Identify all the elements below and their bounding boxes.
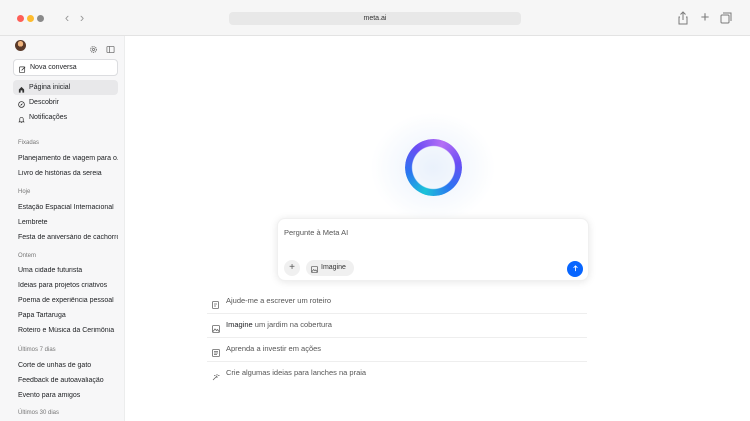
chevron-left-icon[interactable]: ‹ bbox=[60, 10, 74, 26]
suggestion-imagine-garden[interactable]: Imagine um jardim na cobertura bbox=[207, 315, 587, 335]
compass-icon bbox=[18, 99, 25, 108]
image-icon bbox=[212, 321, 220, 333]
gear-icon[interactable] bbox=[89, 41, 98, 53]
suggestion-text: Aprenda a investir em ações bbox=[226, 344, 322, 353]
book-icon bbox=[212, 345, 220, 357]
suggestion-bold: Imagine bbox=[226, 320, 253, 329]
section-title-pinned: Fixadas bbox=[18, 140, 40, 146]
sidebar-item-notifications[interactable]: Notificações bbox=[13, 110, 118, 125]
sidebar-item-discover[interactable]: Descobrir bbox=[13, 95, 118, 110]
chevron-right-icon[interactable]: › bbox=[75, 10, 89, 26]
suggestion-text: um jardim na cobertura bbox=[252, 320, 332, 329]
list-item[interactable]: Papa Tartaruga bbox=[18, 312, 118, 319]
imagine-label: Imagine bbox=[321, 264, 346, 271]
list-item[interactable]: Evento para amigos bbox=[18, 392, 118, 399]
sidebar-item-label: Página inicial bbox=[29, 84, 71, 91]
share-icon[interactable] bbox=[676, 11, 690, 25]
section-title-last-30-days: Últimos 30 dias bbox=[18, 410, 60, 416]
meta-ai-ring-logo bbox=[405, 139, 462, 196]
edit-icon bbox=[19, 64, 26, 73]
list-item[interactable]: Feedback de autoavaliação bbox=[18, 377, 118, 384]
new-chat-label: Nova conversa bbox=[30, 64, 77, 71]
send-button[interactable] bbox=[567, 261, 583, 277]
minimize-window-button[interactable] bbox=[27, 15, 34, 22]
close-window-button[interactable] bbox=[17, 15, 24, 22]
suggestion-write-script[interactable]: Ajude-me a escrever um roteiro bbox=[207, 291, 587, 311]
divider bbox=[207, 313, 587, 314]
zoom-window-button[interactable] bbox=[37, 15, 44, 22]
section-title-today: Hoje bbox=[18, 189, 31, 195]
suggestion-text: Ajude-me a escrever um roteiro bbox=[226, 296, 332, 305]
divider bbox=[207, 337, 587, 338]
suggestion-invest[interactable]: Aprenda a investir em ações bbox=[207, 339, 587, 359]
divider bbox=[207, 361, 587, 362]
list-item[interactable]: Estação Espacial Internacional bbox=[18, 204, 118, 211]
arrow-up-icon bbox=[572, 265, 578, 272]
section-title-yesterday: Ontem bbox=[18, 253, 37, 259]
address-bar[interactable]: meta.ai bbox=[229, 12, 521, 25]
avatar[interactable] bbox=[15, 40, 26, 51]
sidebar-item-home[interactable]: Página inicial bbox=[13, 80, 118, 95]
prompt-box: + Imagine bbox=[277, 218, 589, 281]
plus-icon[interactable]: + bbox=[284, 260, 300, 276]
image-icon bbox=[311, 264, 318, 273]
sparkle-icon bbox=[212, 369, 220, 381]
list-item[interactable]: Planejamento de viagem para o... bbox=[18, 155, 118, 162]
list-item[interactable]: Corte de unhas de gato bbox=[18, 362, 118, 369]
bell-icon bbox=[18, 114, 25, 123]
browser-titlebar: ‹ › meta.ai + bbox=[0, 0, 750, 36]
new-chat-button[interactable]: Nova conversa bbox=[13, 59, 118, 76]
sidebar-toggle-icon[interactable] bbox=[106, 41, 115, 54]
suggestion-beach-snacks[interactable]: Crie algumas ideias para lanches na prai… bbox=[207, 363, 587, 383]
sidebar-item-label: Descobrir bbox=[29, 99, 59, 106]
imagine-button[interactable]: Imagine bbox=[306, 260, 354, 276]
sidebar-item-label: Notificações bbox=[29, 114, 68, 121]
list-item[interactable]: Uma cidade futurista bbox=[18, 267, 118, 274]
prompt-input[interactable] bbox=[284, 225, 574, 239]
list-item[interactable]: Poema de experiência pessoal bbox=[18, 297, 118, 304]
plus-icon[interactable]: + bbox=[698, 10, 712, 25]
tabs-icon[interactable] bbox=[719, 11, 733, 25]
list-item[interactable]: Roteiro e Música da Cerimônia bbox=[18, 327, 118, 334]
list-item[interactable]: Lembrete bbox=[18, 219, 118, 226]
list-item[interactable]: Festa de aniversário de cachorro bbox=[18, 234, 118, 241]
list-item[interactable]: Livro de histórias da sereia bbox=[18, 170, 118, 177]
list-item[interactable]: Ideias para projetos criativos bbox=[18, 282, 118, 289]
home-icon bbox=[18, 84, 25, 93]
section-title-last-7-days: Últimos 7 dias bbox=[18, 347, 56, 353]
suggestion-text: Crie algumas ideias para lanches na prai… bbox=[226, 368, 367, 377]
pencil-icon bbox=[212, 297, 220, 309]
